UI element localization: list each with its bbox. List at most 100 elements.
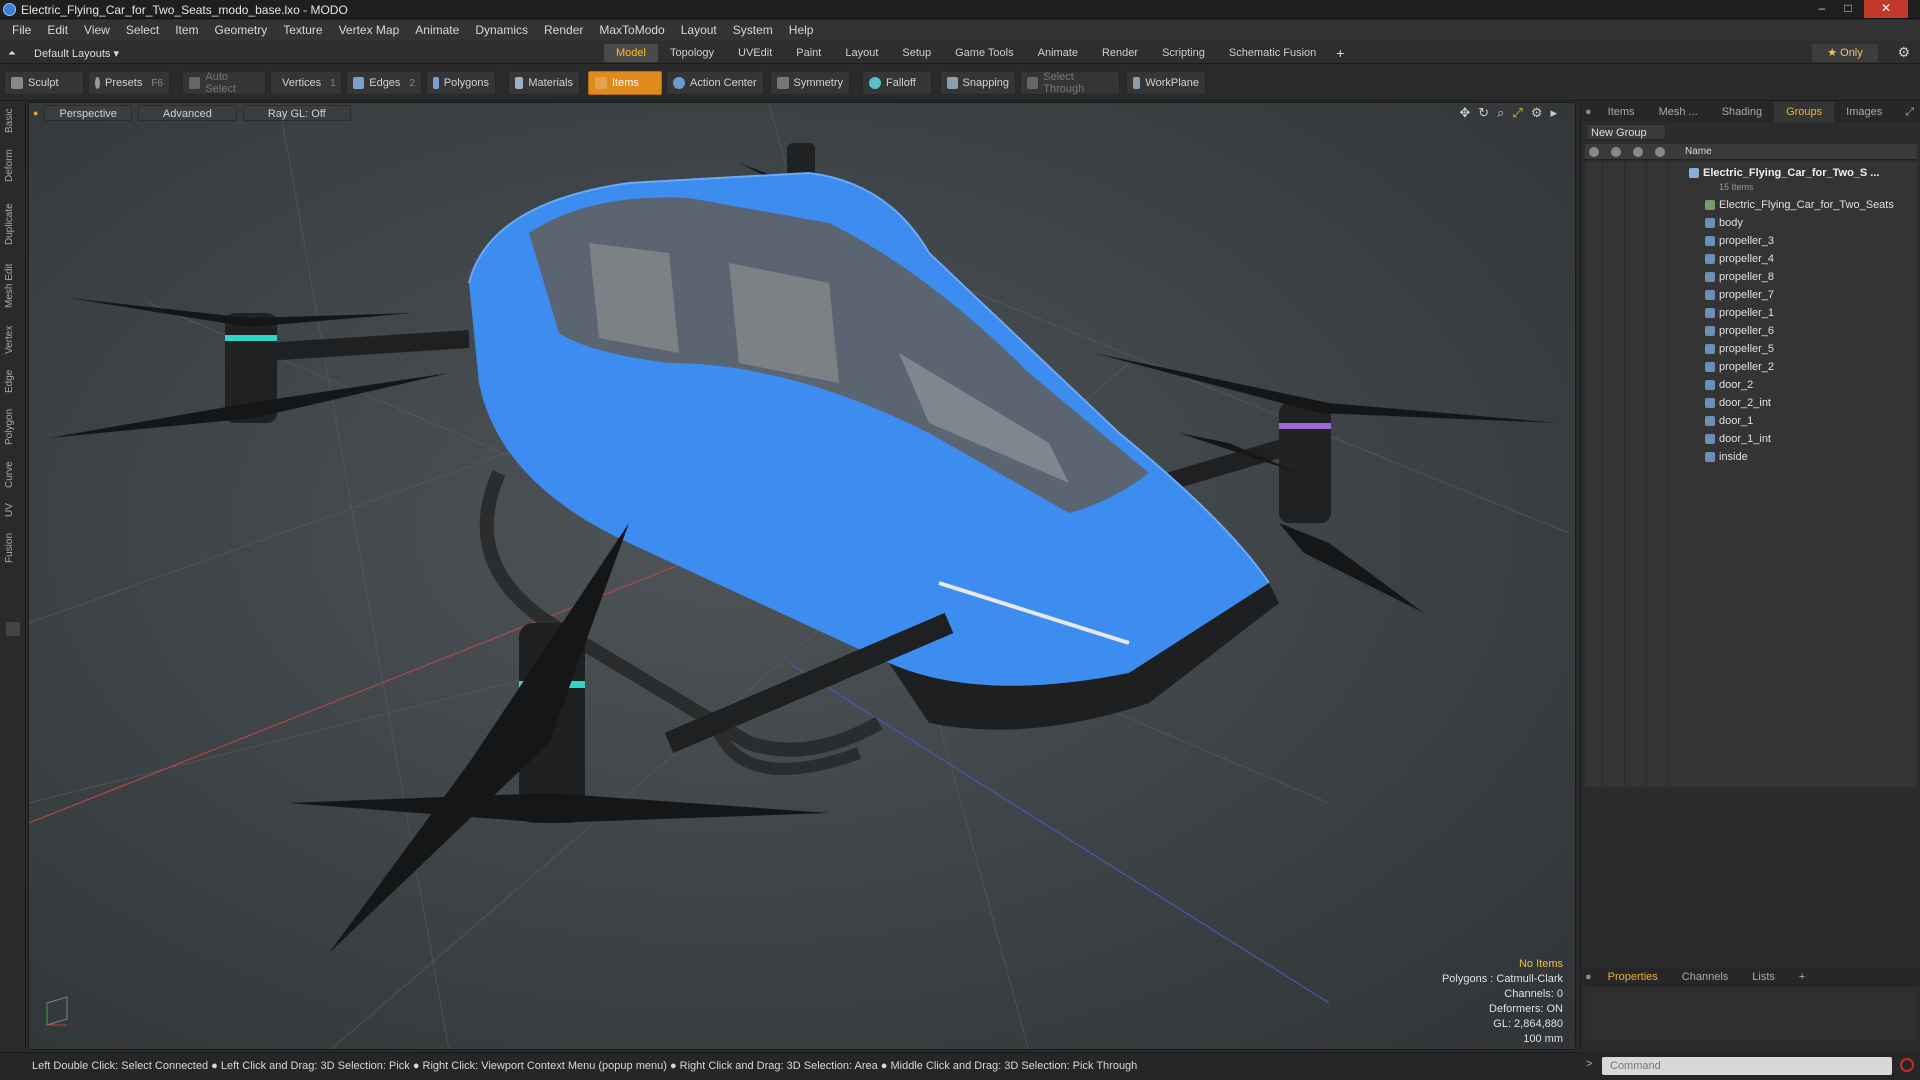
symmetry-button[interactable]: Symmetry xyxy=(770,71,850,95)
minimize-button[interactable]: – xyxy=(1810,0,1834,18)
list-item[interactable]: propeller_2 xyxy=(1585,358,1917,376)
menu-file[interactable]: File xyxy=(4,20,39,41)
panel-toggle-icon[interactable] xyxy=(6,622,20,636)
fit-icon[interactable]: ⤢ xyxy=(1512,105,1522,121)
list-item[interactable]: door_2 xyxy=(1585,376,1917,394)
vtab-deform[interactable]: Deform xyxy=(4,146,22,186)
vtab-vertex[interactable]: Vertex xyxy=(4,322,22,358)
menu-texture[interactable]: Texture xyxy=(275,20,330,41)
tab-render[interactable]: Render xyxy=(1090,44,1150,62)
tab-paint[interactable]: Paint xyxy=(784,44,833,62)
tab-shading[interactable]: Shading xyxy=(1710,102,1774,122)
maximize-button[interactable]: □ xyxy=(1836,0,1860,18)
vertices-button[interactable]: Vertices 1 xyxy=(270,71,342,95)
menu-dynamics[interactable]: Dynamics xyxy=(467,20,536,41)
tab-animate[interactable]: Animate xyxy=(1026,44,1090,62)
record-icon[interactable] xyxy=(1900,1058,1914,1072)
list-item[interactable]: propeller_1 xyxy=(1585,304,1917,322)
zoom-icon[interactable]: ⌕ xyxy=(1497,105,1504,121)
falloff-button[interactable]: Falloff xyxy=(862,71,932,95)
polygons-button[interactable]: Polygons xyxy=(426,71,496,95)
vtab-uv[interactable]: UV xyxy=(4,500,22,520)
list-item[interactable]: propeller_6 xyxy=(1585,322,1917,340)
tab-scripting[interactable]: Scripting xyxy=(1150,44,1217,62)
items-button[interactable]: Items xyxy=(588,71,662,95)
add-tab-button[interactable]: + xyxy=(1328,44,1352,62)
menu-animate[interactable]: Animate xyxy=(407,20,467,41)
select-column-icon[interactable] xyxy=(1655,147,1665,157)
viewport-gear-icon[interactable]: ⚙ xyxy=(1531,105,1543,121)
tab-images[interactable]: Images xyxy=(1834,102,1894,122)
presets-button[interactable]: Presets F6 xyxy=(88,71,170,95)
tab-mesh[interactable]: Mesh ... xyxy=(1647,102,1710,122)
list-item[interactable]: propeller_7 xyxy=(1585,286,1917,304)
list-item[interactable]: inside xyxy=(1585,448,1917,466)
tab-channels[interactable]: Channels xyxy=(1670,971,1740,983)
layout-dropdown[interactable]: ⏶ Default Layouts ▾ xyxy=(8,45,119,61)
add-panel-tab-button[interactable]: + xyxy=(1787,971,1817,983)
list-item[interactable]: propeller_3 xyxy=(1585,232,1917,250)
tab-model[interactable]: Model xyxy=(604,44,658,62)
command-input[interactable]: Command xyxy=(1602,1057,1892,1075)
gear-icon[interactable]: ⚙ xyxy=(1897,44,1910,61)
list-item[interactable]: propeller_5 xyxy=(1585,340,1917,358)
new-group-button[interactable]: New Group xyxy=(1586,124,1666,140)
lock-column-icon[interactable] xyxy=(1633,147,1643,157)
tab-game-tools[interactable]: Game Tools xyxy=(943,44,1026,62)
tab-topology[interactable]: Topology xyxy=(658,44,726,62)
rotate-icon[interactable]: ↻ xyxy=(1478,105,1489,121)
tab-uvedit[interactable]: UVEdit xyxy=(726,44,784,62)
tab-schematic-fusion[interactable]: Schematic Fusion xyxy=(1217,44,1328,62)
tab-groups[interactable]: Groups xyxy=(1774,102,1835,122)
workplane-button[interactable]: WorkPlane xyxy=(1126,71,1206,95)
tab-items[interactable]: Items xyxy=(1596,102,1647,122)
menu-edit[interactable]: Edit xyxy=(39,20,76,41)
snapping-button[interactable]: Snapping xyxy=(940,71,1016,95)
viewport-expand-icon[interactable]: ▸ xyxy=(1550,105,1557,121)
vtab-curve[interactable]: Curve xyxy=(4,458,22,492)
menu-layout[interactable]: Layout xyxy=(673,20,725,41)
pan-icon[interactable]: ✥ xyxy=(1459,105,1470,121)
action-center-button[interactable]: Action Center xyxy=(666,71,764,95)
vtab-duplicate[interactable]: Duplicate xyxy=(4,198,22,250)
shading-mode-button[interactable]: Advanced xyxy=(137,105,237,121)
sculpt-button[interactable]: Sculpt xyxy=(4,71,84,95)
menu-geometry[interactable]: Geometry xyxy=(207,20,276,41)
menu-help[interactable]: Help xyxy=(781,20,822,41)
list-item[interactable]: door_1 xyxy=(1585,412,1917,430)
menu-select[interactable]: Select xyxy=(118,20,167,41)
close-button[interactable]: ✕ xyxy=(1864,0,1908,18)
materials-button[interactable]: Materials xyxy=(508,71,580,95)
menu-view[interactable]: View xyxy=(76,20,118,41)
vtab-polygon[interactable]: Polygon xyxy=(4,404,22,450)
auto-select-button[interactable]: Auto Select xyxy=(182,71,266,95)
name-column-header[interactable]: Name xyxy=(1685,146,1712,157)
vtab-basic[interactable]: Basic xyxy=(4,106,22,136)
list-item[interactable]: propeller_4 xyxy=(1585,250,1917,268)
menu-vertex-map[interactable]: Vertex Map xyxy=(331,20,408,41)
list-item[interactable]: Electric_Flying_Car_for_Two_Seats xyxy=(1585,196,1917,214)
panel-menu-dot[interactable]: ● xyxy=(1581,106,1596,118)
vtab-edge[interactable]: Edge xyxy=(4,366,22,396)
menu-render[interactable]: Render xyxy=(536,20,591,41)
only-button[interactable]: ★ Only xyxy=(1812,44,1878,62)
tab-layout[interactable]: Layout xyxy=(833,44,890,62)
vtab-mesh-edit[interactable]: Mesh Edit xyxy=(4,260,22,312)
group-root-row[interactable]: Electric_Flying_Car_for_Two_S ... 15 Ite… xyxy=(1585,164,1917,192)
list-item[interactable]: door_1_int xyxy=(1585,430,1917,448)
raygl-button[interactable]: Ray GL: Off xyxy=(242,105,351,121)
properties-menu-dot[interactable]: ● xyxy=(1581,971,1596,983)
tab-properties[interactable]: Properties xyxy=(1596,971,1670,983)
viewport-menu-dot[interactable]: ● xyxy=(33,108,38,118)
3d-viewport[interactable]: ● Perspective Advanced Ray GL: Off ✥ ↻ ⌕… xyxy=(28,102,1576,1050)
tab-setup[interactable]: Setup xyxy=(890,44,943,62)
list-item[interactable]: body xyxy=(1585,214,1917,232)
edges-button[interactable]: Edges 2 xyxy=(346,71,422,95)
visibility-column-icon[interactable] xyxy=(1589,147,1599,157)
vtab-fusion[interactable]: Fusion xyxy=(4,528,22,568)
tab-lists[interactable]: Lists xyxy=(1740,971,1787,983)
menu-item[interactable]: Item xyxy=(167,20,206,41)
render-column-icon[interactable] xyxy=(1611,147,1621,157)
menu-maxtomodo[interactable]: MaxToModo xyxy=(591,20,672,41)
panel-expand-icon[interactable]: ⤢ xyxy=(1905,106,1920,119)
